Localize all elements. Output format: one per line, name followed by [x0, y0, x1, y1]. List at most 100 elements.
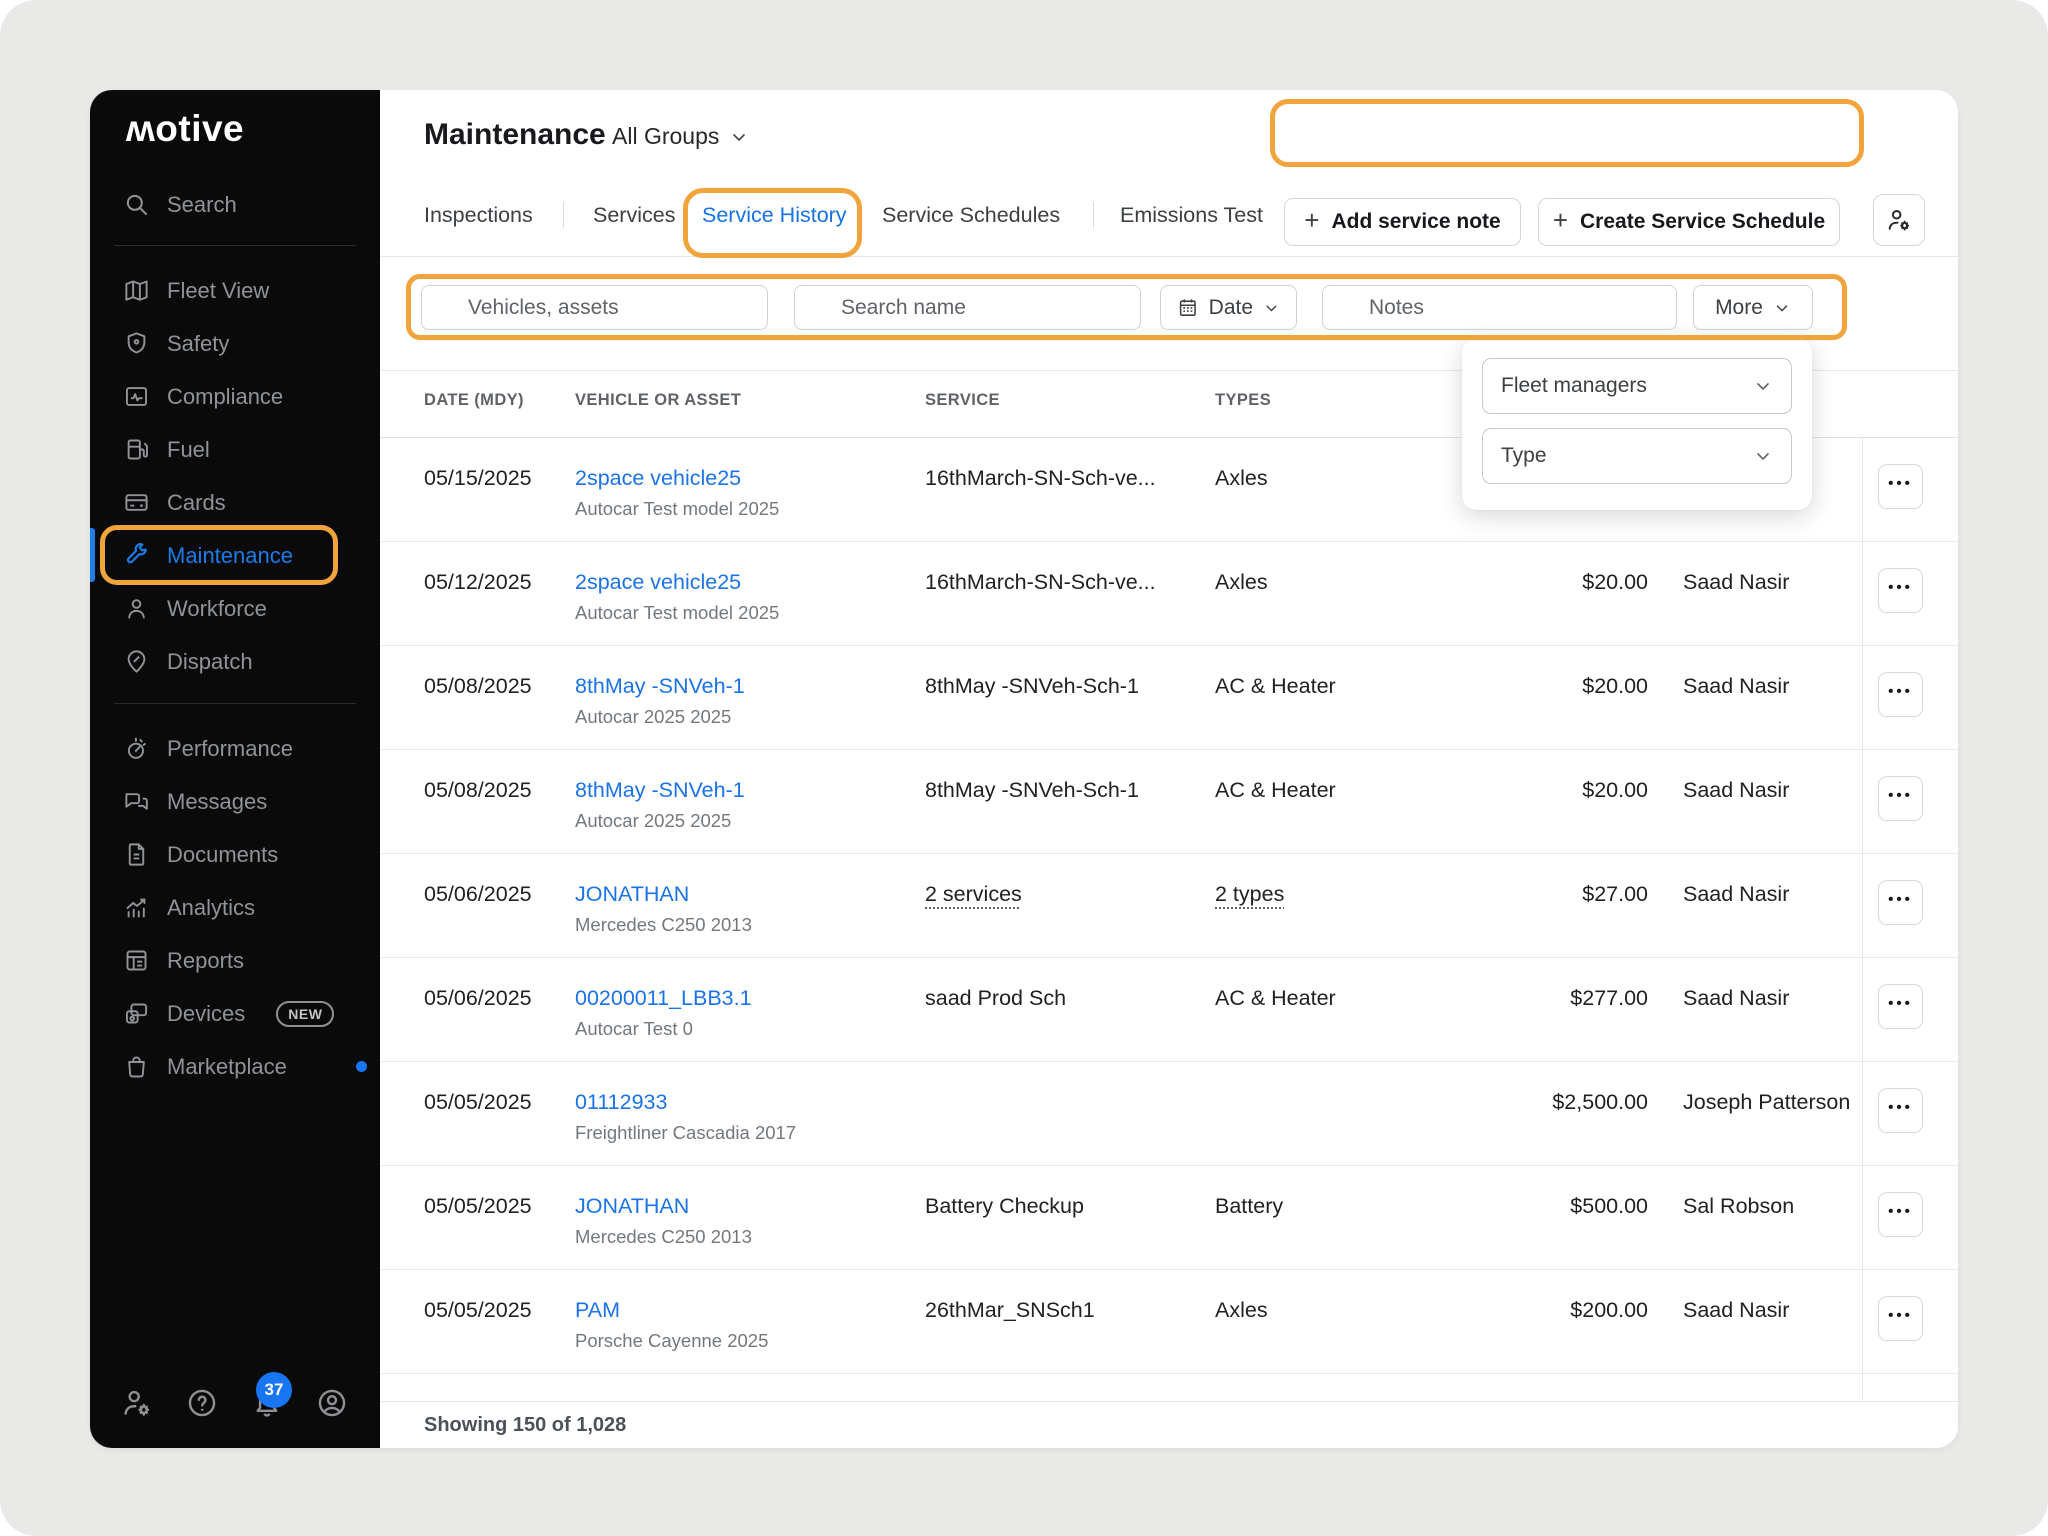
service-cost: $500.00 — [1415, 1194, 1648, 1219]
tab-services[interactable]: Services — [593, 190, 675, 240]
table-row: 05/05/2025 PAM Porsche Cayenne 2025 26th… — [380, 1270, 1958, 1374]
sidebar-item-cards[interactable]: Cards — [90, 476, 380, 529]
table-row: 05/05/2025 JONATHAN Mercedes C250 2013 B… — [380, 1166, 1958, 1270]
vehicle-link[interactable]: JONATHAN — [575, 1194, 689, 1219]
vehicle-link[interactable]: 8thMay -SNVeh-1 — [575, 674, 745, 699]
serviced-by: Saad Nasir — [1683, 882, 1858, 907]
row-actions-button[interactable]: ••• — [1878, 568, 1923, 613]
person-gear-icon — [1885, 206, 1913, 234]
document-icon — [123, 841, 150, 868]
sidebar-item-label: Fleet View — [167, 278, 269, 304]
date-filter-button[interactable]: Date — [1160, 285, 1297, 330]
service-cost: $20.00 — [1415, 570, 1648, 595]
tab-service-history[interactable]: Service History — [702, 190, 847, 240]
tab-service-schedules[interactable]: Service Schedules — [882, 190, 1060, 240]
row-actions-button[interactable]: ••• — [1878, 880, 1923, 925]
sidebar-item-fleet-view[interactable]: Fleet View — [90, 264, 380, 317]
report-icon — [123, 947, 150, 974]
serviced-by: Saad Nasir — [1683, 986, 1858, 1011]
sidebar-item-performance[interactable]: Performance — [90, 722, 380, 775]
person-gear-icon — [120, 1386, 154, 1420]
row-actions-button[interactable]: ••• — [1878, 1088, 1923, 1133]
service-date: 05/06/2025 — [424, 882, 532, 907]
sidebar-item-analytics[interactable]: Analytics — [90, 881, 380, 934]
type-select[interactable]: Type — [1482, 428, 1792, 484]
create-service-schedule-label: Create Service Schedule — [1580, 210, 1825, 234]
column-header-service: SERVICE — [925, 391, 1000, 410]
sidebar-item-messages[interactable]: Messages — [90, 775, 380, 828]
name-search-input[interactable] — [794, 285, 1141, 330]
sidebar-item-documents[interactable]: Documents — [90, 828, 380, 881]
sidebar-search[interactable]: Search — [90, 178, 380, 231]
vehicle-cell: 8thMay -SNVeh-1 Autocar 2025 2025 — [575, 674, 905, 728]
service-name: 8thMay -SNVeh-Sch-1 — [925, 674, 1205, 699]
serviced-by: Joseph Patterson — [1683, 1090, 1858, 1115]
table-body: 05/15/2025 2space vehicle25 Autocar Test… — [380, 438, 1958, 1374]
fleet-managers-select[interactable]: Fleet managers — [1482, 358, 1792, 414]
more-filters-label: More — [1715, 296, 1763, 320]
sidebar-divider — [114, 245, 356, 246]
plus-icon: + — [1553, 205, 1568, 236]
devices-icon — [123, 1000, 150, 1027]
vehicle-link[interactable]: 00200011_LBB3.1 — [575, 986, 752, 1011]
account-button[interactable] — [315, 1386, 349, 1420]
serviced-by: Saad Nasir — [1683, 570, 1858, 595]
service-cost: $200.00 — [1415, 1298, 1648, 1323]
sidebar-footer — [90, 1386, 380, 1430]
vehicle-model: Autocar 2025 2025 — [575, 810, 905, 832]
add-service-note-button[interactable]: + Add service note — [1284, 198, 1521, 246]
sidebar-item-workforce[interactable]: Workforce — [90, 582, 380, 635]
row-actions-button[interactable]: ••• — [1878, 776, 1923, 821]
vehicles-assets-search-input[interactable] — [421, 285, 768, 330]
service-cost: $27.00 — [1415, 882, 1648, 907]
vehicle-link[interactable]: 01112933 — [575, 1090, 667, 1115]
create-service-schedule-button[interactable]: + Create Service Schedule — [1538, 198, 1840, 246]
vehicle-link[interactable]: 2space vehicle25 — [575, 466, 741, 491]
vehicle-link[interactable]: JONATHAN — [575, 882, 689, 907]
admin-button[interactable] — [120, 1386, 154, 1420]
service-name: 26thMar_SNSch1 — [925, 1298, 1205, 1323]
tab-emissions-test[interactable]: Emissions Test — [1120, 190, 1263, 240]
type-select-label: Type — [1501, 444, 1547, 468]
notification-count-badge: 37 — [256, 1372, 292, 1408]
more-filters-button[interactable]: More — [1693, 285, 1813, 330]
sidebar-item-dispatch[interactable]: Dispatch — [90, 635, 380, 688]
vehicle-cell: 00200011_LBB3.1 Autocar Test 0 — [575, 986, 905, 1040]
group-selector[interactable]: All Groups — [612, 123, 749, 150]
help-button[interactable] — [185, 1386, 219, 1420]
sidebar-item-label: Fuel — [167, 437, 210, 463]
sidebar-item-maintenance[interactable]: Maintenance — [90, 529, 380, 582]
sidebar-item-devices[interactable]: Devices NEW — [90, 987, 380, 1040]
row-actions-button[interactable]: ••• — [1878, 984, 1923, 1029]
vehicle-link[interactable]: 8thMay -SNVeh-1 — [575, 778, 745, 803]
service-name: 16thMarch-SN-Sch-ve... — [925, 570, 1205, 595]
service-types: Battery — [1215, 1194, 1415, 1219]
service-name: 2 services — [925, 882, 1205, 907]
sidebar-item-compliance[interactable]: Compliance — [90, 370, 380, 423]
row-actions-button[interactable]: ••• — [1878, 1192, 1923, 1237]
vehicle-link[interactable]: PAM — [575, 1298, 620, 1323]
service-types: Axles — [1215, 466, 1415, 491]
ellipsis-icon: ••• — [1888, 891, 1913, 908]
chevron-down-icon — [1753, 376, 1773, 396]
row-actions-button[interactable]: ••• — [1878, 464, 1923, 509]
service-date: 05/15/2025 — [424, 466, 532, 491]
table-row: 05/12/2025 2space vehicle25 Autocar Test… — [380, 542, 1958, 646]
person-circle-icon — [315, 1386, 349, 1420]
row-actions-button[interactable]: ••• — [1878, 1296, 1923, 1341]
row-actions-button[interactable]: ••• — [1878, 672, 1923, 717]
vehicle-cell: 01112933 Freightliner Cascadia 2017 — [575, 1090, 905, 1144]
vehicle-link[interactable]: 2space vehicle25 — [575, 570, 741, 595]
manage-users-button[interactable] — [1873, 194, 1925, 246]
sidebar-item-safety[interactable]: Safety — [90, 317, 380, 370]
sidebar-item-marketplace[interactable]: Marketplace — [90, 1040, 380, 1093]
vehicle-model: Mercedes C250 2013 — [575, 1226, 905, 1248]
service-date: 05/05/2025 — [424, 1090, 532, 1115]
service-date: 05/08/2025 — [424, 674, 532, 699]
tab-inspections[interactable]: Inspections — [424, 190, 533, 240]
sidebar-item-label: Workforce — [167, 596, 267, 622]
sidebar-item-fuel[interactable]: Fuel — [90, 423, 380, 476]
person-icon — [123, 595, 150, 622]
notes-search-input[interactable] — [1322, 285, 1677, 330]
sidebar-item-reports[interactable]: Reports — [90, 934, 380, 987]
